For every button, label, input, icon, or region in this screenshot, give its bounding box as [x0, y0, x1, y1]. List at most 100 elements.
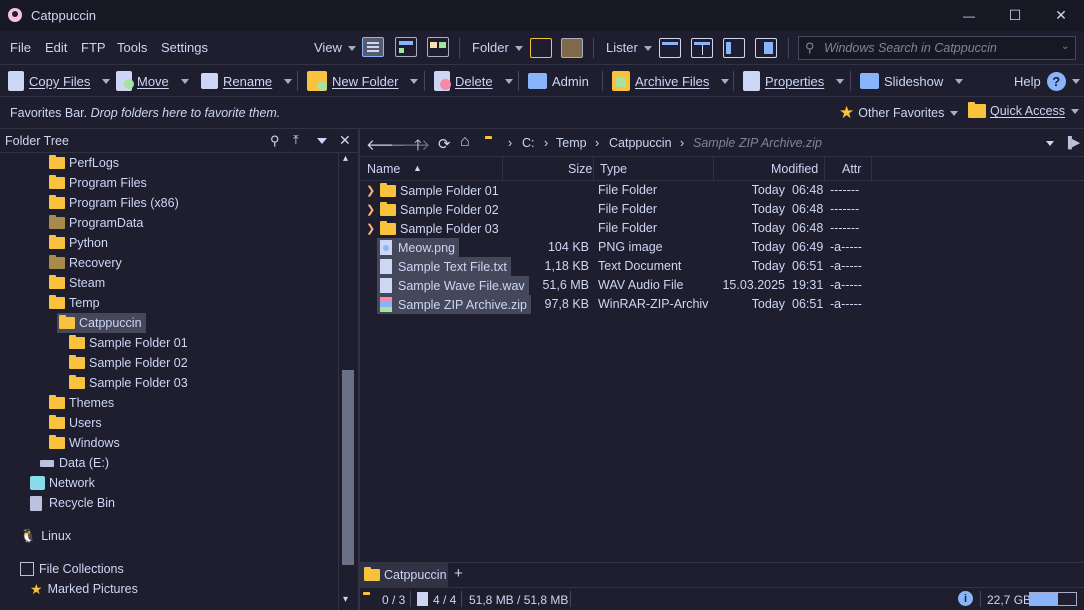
scroll-up-icon[interactable]: ▴ [343, 153, 348, 164]
chevron-right-icon[interactable]: ❯ [366, 184, 375, 197]
file-row[interactable]: Sample Wave File.wav 51,6 MB WAV Audio F… [360, 276, 1084, 295]
help-button[interactable]: Help ? [1014, 71, 1080, 91]
folder-layout-icon[interactable] [530, 38, 552, 58]
tree-node-marked-pictures[interactable]: ★ Marked Pictures [30, 579, 138, 599]
menu-file[interactable]: File [10, 40, 31, 55]
other-favorites-button[interactable]: ★ Other Favorites [839, 103, 959, 123]
column-separator[interactable] [593, 157, 594, 181]
tree-node-recovery[interactable]: Recovery [49, 253, 122, 273]
tree-node-steam[interactable]: Steam [49, 273, 105, 293]
move-button[interactable]: Move [116, 71, 189, 91]
search-box[interactable]: ⚲ Windows Search in Catppuccin ⌄ [798, 36, 1076, 60]
column-modified[interactable]: Modified [771, 162, 818, 176]
file-row[interactable]: Sample ZIP Archive.zip 97,8 KB WinRAR-ZI… [360, 295, 1084, 314]
rename-button[interactable]: Rename [201, 71, 293, 91]
tree-node-perflogs[interactable]: PerfLogs [49, 153, 119, 173]
menu-ftp[interactable]: FTP [81, 40, 106, 55]
chevron-right-icon[interactable]: ❯ [366, 203, 375, 216]
breadcrumb-drive[interactable]: C: [522, 136, 535, 150]
tree-node-linux[interactable]: 🐧 Linux [20, 526, 71, 546]
forward-icon[interactable]: 🡒 [390, 135, 430, 154]
tree-node-sample-folder-03[interactable]: Sample Folder 03 [69, 373, 188, 393]
file-name-cell[interactable]: Meow.png [377, 238, 459, 257]
file-name-cell[interactable]: Sample ZIP Archive.zip [377, 295, 531, 314]
chevron-down-icon[interactable] [1046, 141, 1054, 146]
lister-menu[interactable]: Lister [606, 40, 652, 55]
breadcrumb-catppuccin[interactable]: Catppuccin [609, 136, 672, 150]
tree-scrollbar[interactable]: ▴ ▾ [338, 153, 356, 610]
file-name-cell[interactable]: Sample Folder 03 [377, 219, 503, 238]
column-separator[interactable] [502, 157, 503, 181]
close-icon[interactable]: ✕ [339, 132, 351, 149]
file-row[interactable]: Sample Text File.txt 1,18 KB Text Docume… [360, 257, 1084, 276]
menu-settings[interactable]: Settings [161, 40, 208, 55]
folder-format-icon[interactable] [561, 38, 583, 58]
chevron-down-icon[interactable]: ⌄ [1061, 41, 1069, 52]
column-name[interactable]: Name [367, 162, 400, 176]
chevron-right-icon[interactable]: ❯ [366, 222, 375, 235]
menu-edit[interactable]: Edit [45, 40, 67, 55]
file-name-cell[interactable]: Sample Folder 01 [377, 181, 503, 200]
collapse-all-icon[interactable]: ⤒ [293, 132, 299, 148]
admin-button[interactable]: Admin [528, 71, 589, 91]
file-name-cell[interactable]: Sample Text File.txt [377, 257, 511, 276]
tree-node-program-files[interactable]: Program Files [49, 173, 147, 193]
tree-node-windows[interactable]: Windows [49, 433, 120, 453]
column-separator[interactable] [713, 157, 714, 181]
scroll-down-icon[interactable]: ▾ [343, 594, 348, 605]
search-icon[interactable]: ⚲ [270, 133, 280, 149]
file-row[interactable]: ❯ Sample Folder 03 File Folder Today 06:… [360, 219, 1084, 238]
tree-lister-icon[interactable] [723, 38, 745, 58]
thumbnails-view-icon[interactable] [427, 37, 449, 57]
tree-node-catppuccin[interactable]: Catppuccin [57, 313, 146, 333]
slideshow-button[interactable]: Slideshow [860, 71, 964, 91]
home-icon[interactable]: ⌂ [460, 133, 470, 151]
file-name-cell[interactable]: Sample Folder 02 [377, 200, 503, 219]
column-separator[interactable] [871, 157, 872, 181]
tree-node-file-collections[interactable]: File Collections [20, 559, 124, 579]
dual-lister-icon[interactable] [691, 38, 713, 58]
close-button[interactable]: ✕ [1038, 0, 1084, 31]
scrollbar-thumb[interactable] [342, 370, 354, 565]
chevron-down-icon[interactable] [317, 138, 327, 144]
tab-catppuccin[interactable]: Catppuccin [360, 563, 448, 587]
info-icon[interactable]: i [958, 591, 973, 606]
copy-files-button[interactable]: Copy Files [8, 71, 111, 91]
column-attr[interactable]: Attr [842, 162, 861, 176]
tree-node-data-drive[interactable]: Data (E:) [40, 453, 109, 473]
view-menu[interactable]: View [314, 40, 356, 55]
file-row[interactable]: Meow.png 104 KB PNG image Today 06:49 -a… [360, 238, 1084, 257]
breadcrumb-temp[interactable]: Temp [556, 136, 587, 150]
tree-node-sample-folder-02[interactable]: Sample Folder 02 [69, 353, 188, 373]
column-separator[interactable] [824, 157, 825, 181]
maximize-button[interactable]: ☐ [992, 0, 1038, 31]
refresh-icon[interactable]: ⟳ [438, 135, 451, 153]
tree-node-sample-folder-01[interactable]: Sample Folder 01 [69, 333, 188, 353]
quick-access-button[interactable]: Quick Access [968, 102, 1080, 118]
delete-button[interactable]: Delete [434, 71, 513, 91]
tree-node-themes[interactable]: Themes [49, 393, 114, 413]
expand-pane-icon[interactable]: ▐▶ [1064, 136, 1080, 149]
properties-button[interactable]: Properties [743, 71, 845, 91]
file-name-cell[interactable]: Sample Wave File.wav [377, 276, 529, 295]
viewer-pane-icon[interactable] [755, 38, 777, 58]
tree-node-programdata[interactable]: ProgramData [49, 213, 143, 233]
menu-tools[interactable]: Tools [117, 40, 147, 55]
new-folder-button[interactable]: New Folder [307, 71, 419, 91]
column-size[interactable]: Size [568, 162, 592, 176]
details-view-icon[interactable] [362, 37, 384, 57]
tree-node-recycle-bin[interactable]: Recycle Bin [30, 493, 115, 513]
tree-node-temp[interactable]: Temp [49, 293, 100, 313]
tree-node-program-files-x86[interactable]: Program Files (x86) [49, 193, 179, 213]
file-row[interactable]: ❯ Sample Folder 01 File Folder Today 06:… [360, 181, 1084, 200]
archive-files-button[interactable]: Archive Files [612, 71, 730, 91]
tree-node-network[interactable]: Network [30, 473, 95, 493]
file-row[interactable]: ❯ Sample Folder 02 File Folder Today 06:… [360, 200, 1084, 219]
tree-node-users[interactable]: Users [49, 413, 102, 433]
search-input[interactable]: Windows Search in Catppuccin [824, 41, 997, 55]
add-tab-button[interactable]: + [454, 565, 463, 582]
tree-node-python[interactable]: Python [49, 233, 108, 253]
column-type[interactable]: Type [600, 162, 627, 176]
folder-menu[interactable]: Folder [472, 40, 523, 55]
single-lister-icon[interactable] [659, 38, 681, 58]
